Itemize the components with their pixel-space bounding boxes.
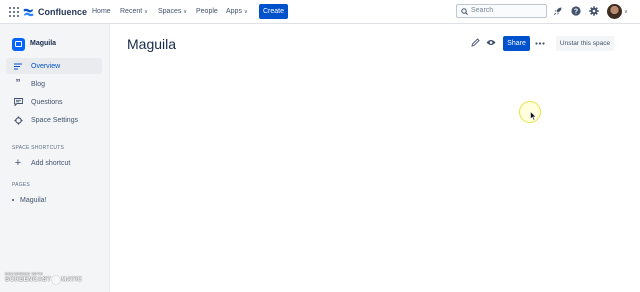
chevron-down-icon: ∨: [144, 9, 148, 15]
unstar-space-button[interactable]: Unstar this space: [556, 36, 614, 51]
pages-heading: PAGES: [12, 182, 30, 188]
brand-name: Confluence: [38, 7, 88, 17]
notifications-rocket-icon[interactable]: [553, 6, 563, 16]
nav-apps-label: Apps: [226, 8, 242, 15]
screencast-watermark: RECORDED WITH SCREENCAST MATIC: [5, 271, 82, 284]
space-sidebar: Maguila Overview ” Blog Questions Space …: [0, 24, 110, 292]
chevron-down-icon: ∨: [243, 9, 248, 15]
chevron-down-icon[interactable]: ∨: [624, 9, 628, 15]
sidebar-item-label: Overview: [31, 62, 61, 70]
quote-icon: ”: [15, 78, 21, 89]
mouse-cursor-icon: [530, 111, 537, 121]
page-title: Maguila: [127, 36, 177, 52]
space-avatar-icon[interactable]: [12, 38, 25, 51]
confluence-logo[interactable]: Confluence: [23, 6, 87, 18]
screencast-logo-icon: [52, 276, 61, 284]
watermark-brand-b: MATIC: [61, 277, 83, 283]
sidebar-item-blog[interactable]: ” Blog: [6, 76, 102, 92]
avatar[interactable]: [607, 4, 622, 19]
search-input[interactable]: Search: [456, 4, 547, 18]
app-switcher-icon[interactable]: [9, 7, 19, 17]
overview-icon: [12, 63, 24, 70]
watch-eye-icon[interactable]: [486, 39, 496, 46]
chevron-down-icon: ∨: [183, 9, 188, 15]
sidebar-item-questions[interactable]: Questions: [6, 94, 102, 110]
nav-apps[interactable]: Apps ∨: [226, 6, 248, 18]
nav-recent[interactable]: Recent ∨: [120, 6, 148, 18]
add-shortcut-button[interactable]: + Add shortcut: [6, 155, 102, 171]
help-icon[interactable]: ?: [571, 6, 581, 16]
svg-text:?: ?: [574, 8, 578, 15]
nav-home[interactable]: Home: [92, 6, 111, 18]
gear-icon: [12, 115, 24, 125]
add-shortcut-label: Add shortcut: [31, 159, 71, 167]
bullet-icon: [12, 199, 14, 202]
nav-spaces-label: Spaces: [158, 8, 182, 15]
settings-icon[interactable]: [589, 6, 599, 16]
space-name[interactable]: Maguila: [30, 40, 56, 47]
search-placeholder: Search: [471, 7, 494, 14]
confluence-logo-icon: [23, 8, 34, 16]
more-actions-icon[interactable]: [535, 42, 545, 45]
sidebar-item-label: Questions: [31, 98, 63, 106]
share-button[interactable]: Share: [503, 36, 530, 51]
sidebar-item-space-settings[interactable]: Space Settings: [6, 112, 102, 128]
nav-people[interactable]: People: [196, 6, 218, 18]
plus-icon: +: [14, 157, 22, 169]
create-button[interactable]: Create: [259, 4, 288, 19]
edit-pencil-icon[interactable]: [471, 38, 480, 47]
sidebar-item-label: Space Settings: [31, 116, 79, 124]
sidebar-item-label: Blog: [31, 80, 46, 88]
chat-icon: [12, 98, 24, 106]
nav-spaces[interactable]: Spaces ∨: [158, 6, 187, 18]
sidebar-item-overview[interactable]: Overview: [6, 58, 102, 74]
space-shortcuts-heading: SPACE SHORTCUTS: [12, 145, 64, 151]
nav-home-label: Home: [92, 8, 111, 15]
top-navigation-bar: Confluence Home Recent ∨ Spaces ∨ People A…: [0, 0, 640, 24]
page-tree-item-label: Maguila!: [20, 197, 47, 204]
search-icon: [461, 8, 468, 15]
watermark-brand-a: SCREENCAST: [5, 277, 52, 283]
nav-recent-label: Recent: [120, 8, 143, 15]
nav-people-label: People: [196, 8, 218, 15]
watermark-line2: SCREENCAST MATIC: [5, 276, 82, 284]
page-tree-item[interactable]: Maguila!: [12, 197, 46, 204]
